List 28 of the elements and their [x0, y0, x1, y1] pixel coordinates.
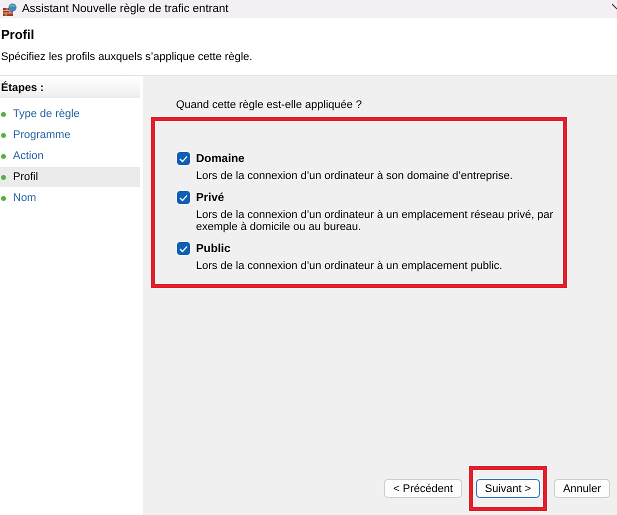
steps-heading: Étapes : [0, 78, 140, 98]
page-subtitle: Spécifiez les profils auxquels s’applique cette règle. [1, 51, 254, 63]
step-dot-icon [1, 154, 6, 158]
step-item[interactable]: Programme [0, 125, 140, 145]
step-dot-icon [1, 132, 6, 138]
checkbox[interactable] [177, 152, 190, 165]
checkbox[interactable] [177, 191, 190, 204]
step-item[interactable]: Nom [0, 188, 140, 208]
checkbox-label[interactable]: Privé [196, 192, 224, 204]
checkbox-label[interactable]: Public [196, 242, 231, 254]
step-item[interactable]: Action [0, 146, 140, 166]
step-item[interactable]: Type de règle [0, 104, 140, 124]
step-item[interactable]: Profil [0, 167, 140, 187]
step-dot-icon [1, 196, 6, 200]
question-text: Quand cette règle est-elle appliquée ? [176, 99, 363, 111]
option-description: Lors de la connexion d’un ordinateur à son domaine d’entreprise. [196, 170, 514, 182]
wizard-button[interactable]: < Précédent [384, 479, 462, 498]
step-dot-icon [1, 174, 6, 180]
checkbox[interactable] [177, 242, 190, 255]
option-description: Lors de la connexion d’un ordinateur à un emplacement public. [196, 260, 504, 272]
firewall-icon [3, 2, 17, 16]
page-title: Profil [1, 26, 36, 42]
window-title: Assistant Nouvelle règle de trafic entrant [22, 3, 228, 15]
wizard-button[interactable]: Annuler [554, 479, 610, 498]
step-dot-icon [1, 112, 6, 116]
wizard-button[interactable]: Suivant > [476, 479, 540, 498]
checkbox-label[interactable]: Domaine [196, 152, 245, 164]
option-description: Lors de la connexion d’un ordinateur à un emplacement réseau privé, par exemple à domicile ou au bureau. [196, 209, 554, 233]
